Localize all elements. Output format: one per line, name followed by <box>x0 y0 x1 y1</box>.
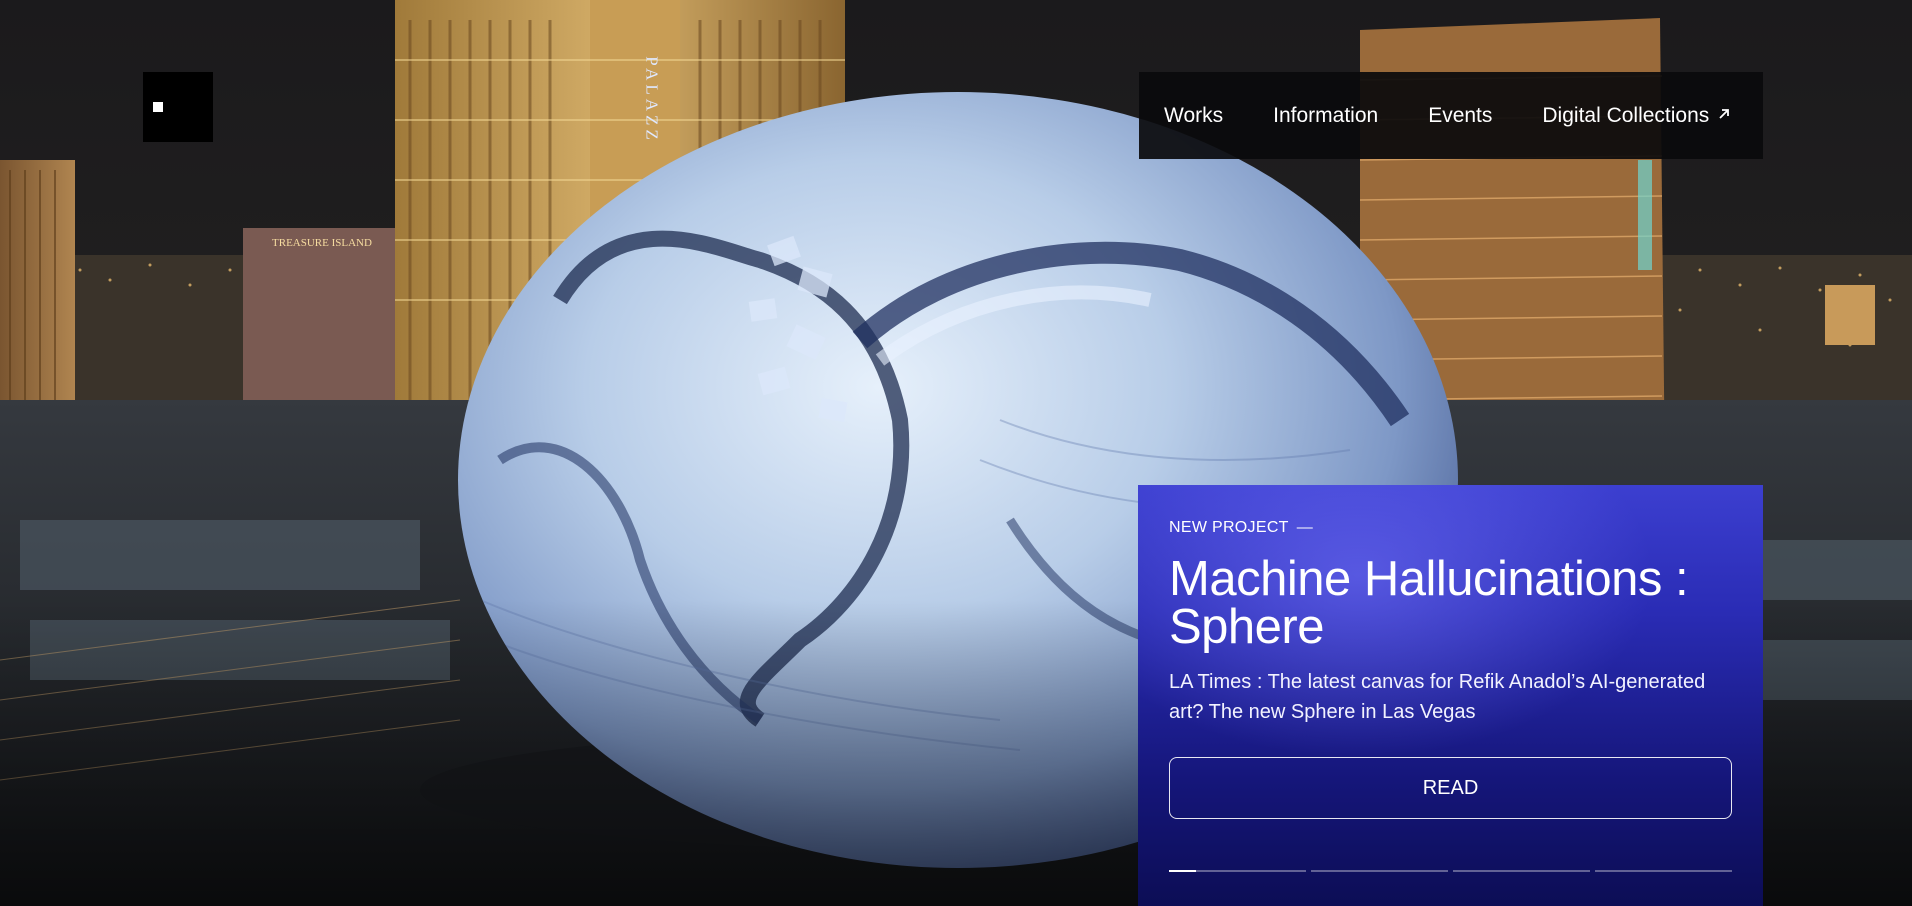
featured-project-card: NEW PROJECT — Machine Hallucinations : S… <box>1138 485 1763 906</box>
nav-item-works[interactable]: Works <box>1164 104 1223 128</box>
slide-progress <box>1169 870 1732 872</box>
read-button[interactable]: READ <box>1169 757 1732 819</box>
nav-item-label: Information <box>1273 103 1379 127</box>
nav-item-events[interactable]: Events <box>1428 104 1492 128</box>
slide-indicator[interactable] <box>1311 870 1448 872</box>
eyebrow-text: NEW PROJECT <box>1169 519 1289 536</box>
square-logo-icon <box>153 102 163 112</box>
project-title: Machine Hallucinations : Sphere <box>1169 552 1689 654</box>
home-logo-button[interactable] <box>143 72 213 142</box>
nav-item-information[interactable]: Information <box>1273 104 1378 128</box>
main-nav: Works Information Events Digital Collect… <box>1139 72 1763 159</box>
nav-item-label: Works <box>1164 103 1224 127</box>
treasure-island-sign: TREASURE ISLAND <box>272 237 372 249</box>
eyebrow-dash: — <box>1296 519 1314 536</box>
slide-indicator[interactable] <box>1169 870 1306 872</box>
nav-item-label: Events <box>1428 103 1493 127</box>
slide-indicator[interactable] <box>1595 870 1732 872</box>
nav-item-label: Digital Collections <box>1542 103 1710 127</box>
nav-item-digital-collections[interactable]: Digital Collections <box>1542 104 1731 128</box>
page: TREASURE ISLAND PALAZZ Works Information… <box>0 0 1912 906</box>
palazzo-sign: PALAZZ <box>643 56 662 144</box>
slide-indicator-fill <box>1169 870 1197 872</box>
eyebrow-label: NEW PROJECT — <box>1169 519 1732 537</box>
slide-indicator[interactable] <box>1453 870 1590 872</box>
project-description: LA Times : The latest canvas for Refik A… <box>1169 671 1706 723</box>
external-arrow-icon <box>1717 107 1731 124</box>
